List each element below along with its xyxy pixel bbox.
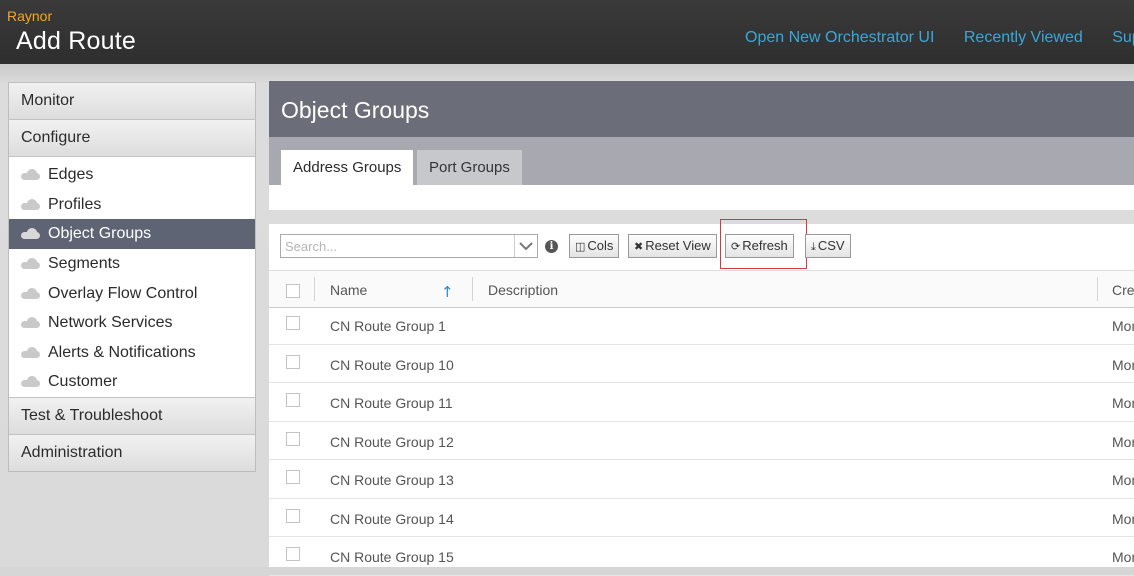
sidebar-section-administration[interactable]: Administration — [9, 434, 255, 471]
sidebar: Monitor Configure Edges Profiles Object … — [8, 82, 256, 472]
row-checkbox[interactable] — [286, 431, 300, 446]
sidebar-item-network-services[interactable]: Network Services — [9, 308, 255, 338]
sidebar-item-label: Overlay Flow Control — [48, 284, 198, 302]
cloud-icon — [21, 287, 41, 299]
grid-toolbar: i ◫Cols ✖Reset View ⟳Refresh ⤓CSV — [269, 219, 1134, 270]
column-header-name[interactable]: Name — [330, 282, 367, 298]
sidebar-item-label: Network Services — [48, 314, 173, 332]
table-row[interactable]: CN Route Group 13 Mon — [269, 460, 1134, 499]
search-dropdown-button[interactable] — [514, 235, 537, 257]
top-links: Open New Orchestrator UI Recently Viewed… — [745, 29, 1134, 47]
grid-panel: i ◫Cols ✖Reset View ⟳Refresh ⤓CSV Name ↑… — [269, 219, 1134, 576]
row-name[interactable]: CN Route Group 13 — [330, 472, 454, 488]
sidebar-item-profiles[interactable]: Profiles — [9, 190, 255, 220]
row-name[interactable]: CN Route Group 10 — [330, 357, 454, 373]
table-row[interactable]: CN Route Group 10 Mon — [269, 345, 1134, 383]
sidebar-item-label: Profiles — [48, 195, 102, 213]
top-bar: Raynor Add Route Open New Orchestrator U… — [0, 0, 1134, 65]
chevron-down-icon — [519, 242, 533, 251]
row-name[interactable]: CN Route Group 1 — [330, 318, 446, 334]
row-name[interactable]: CN Route Group 11 — [330, 395, 453, 411]
brand-name: Raynor — [7, 8, 53, 24]
sidebar-item-object-groups[interactable]: Object Groups — [9, 219, 255, 249]
column-header-description[interactable]: Description — [488, 282, 558, 298]
tab-port-groups[interactable]: Port Groups — [417, 150, 522, 185]
cloud-icon — [21, 169, 41, 181]
row-checkbox[interactable] — [286, 508, 300, 523]
sidebar-section-test-troubleshoot[interactable]: Test & Troubleshoot — [9, 396, 255, 435]
sidebar-section-monitor[interactable]: Monitor — [9, 83, 255, 120]
row-created: Mon — [1112, 395, 1134, 411]
csv-label: CSV — [817, 238, 845, 253]
sidebar-item-customer[interactable]: Customer — [9, 367, 255, 397]
sidebar-item-label: Customer — [48, 373, 118, 391]
cloud-icon — [21, 346, 41, 358]
close-icon: ✖ — [634, 240, 644, 253]
column-header-created[interactable]: Cre — [1112, 282, 1134, 298]
sidebar-item-alerts-notifications[interactable]: Alerts & Notifications — [9, 338, 255, 368]
row-created: Mon — [1112, 510, 1134, 527]
row-checkbox[interactable] — [286, 316, 300, 330]
panel-title: Object Groups — [269, 81, 1134, 137]
table-row[interactable]: CN Route Group 12 Mon — [269, 422, 1134, 460]
column-divider — [1097, 277, 1098, 301]
row-checkbox[interactable] — [286, 393, 300, 407]
open-new-orchestrator-link[interactable]: Open New Orchestrator UI — [745, 29, 934, 46]
tab-bar: Address Groups Port Groups — [269, 137, 1134, 185]
recently-viewed-link[interactable]: Recently Viewed — [964, 29, 1083, 46]
tab-address-groups[interactable]: Address Groups — [281, 150, 414, 185]
cloud-icon — [21, 376, 41, 388]
refresh-highlight-box — [720, 219, 807, 269]
reset-view-button[interactable]: ✖ Reset View — [628, 234, 717, 258]
sidebar-item-edges[interactable]: Edges — [9, 160, 255, 190]
cols-button[interactable]: ◫ Cols — [569, 234, 620, 258]
row-checkbox[interactable] — [286, 547, 300, 561]
row-created: Mon — [1112, 356, 1134, 373]
configure-nav-list: Edges Profiles Object Groups Segments Ov… — [9, 157, 255, 397]
cloud-icon — [21, 258, 41, 270]
column-divider — [472, 277, 473, 301]
table-row[interactable]: CN Route Group 14 Mon — [269, 499, 1134, 537]
reset-view-label: Reset View — [645, 238, 711, 253]
sidebar-item-label: Segments — [48, 255, 121, 273]
sidebar-item-label: Edges — [48, 166, 94, 184]
row-checkbox[interactable] — [286, 470, 300, 484]
row-created: Mon — [1112, 433, 1134, 450]
sidebar-section-configure[interactable]: Configure — [9, 120, 255, 157]
grid-rows: CN Route Group 1 Mon CN Route Group 10 M… — [269, 306, 1134, 576]
sidebar-item-overlay-flow-control[interactable]: Overlay Flow Control — [9, 278, 255, 308]
grid-header: Name ↑ Description Cre — [269, 270, 1134, 308]
download-icon: ⤓ — [811, 240, 816, 253]
sidebar-item-segments[interactable]: Segments — [9, 249, 255, 279]
search-box — [280, 234, 538, 258]
row-created: Mon — [1112, 549, 1134, 565]
sidebar-item-label: Alerts & Notifications — [48, 343, 196, 361]
row-checkbox[interactable] — [286, 354, 300, 369]
tab-content-strip — [269, 185, 1134, 210]
sort-ascending-icon[interactable]: ↑ — [441, 283, 454, 301]
table-row[interactable]: CN Route Group 11 Mon — [269, 383, 1134, 422]
sidebar-item-label: Object Groups — [48, 225, 152, 243]
table-row[interactable]: CN Route Group 1 Mon — [269, 306, 1134, 345]
row-created: Mon — [1112, 472, 1134, 488]
info-icon[interactable]: i — [545, 240, 558, 253]
cloud-icon — [21, 228, 41, 240]
cloud-icon — [21, 317, 41, 329]
search-input[interactable] — [281, 235, 521, 257]
row-name[interactable]: CN Route Group 14 — [330, 511, 454, 527]
row-name[interactable]: CN Route Group 12 — [330, 434, 454, 450]
row-name[interactable]: CN Route Group 15 — [330, 549, 454, 565]
row-created: Mon — [1112, 318, 1134, 334]
table-row[interactable]: CN Route Group 15 Mon — [269, 537, 1134, 576]
select-all-checkbox[interactable] — [286, 284, 300, 298]
columns-icon: ◫ — [575, 240, 586, 253]
column-divider — [314, 277, 315, 301]
cols-label: Cols — [587, 238, 614, 253]
cloud-icon — [21, 198, 41, 210]
main-panel: Object Groups Address Groups Port Groups… — [269, 81, 1134, 576]
page-title: Add Route — [16, 27, 136, 55]
csv-button[interactable]: ⤓ CSV — [805, 234, 851, 258]
support-link[interactable]: Support — [1112, 29, 1134, 46]
